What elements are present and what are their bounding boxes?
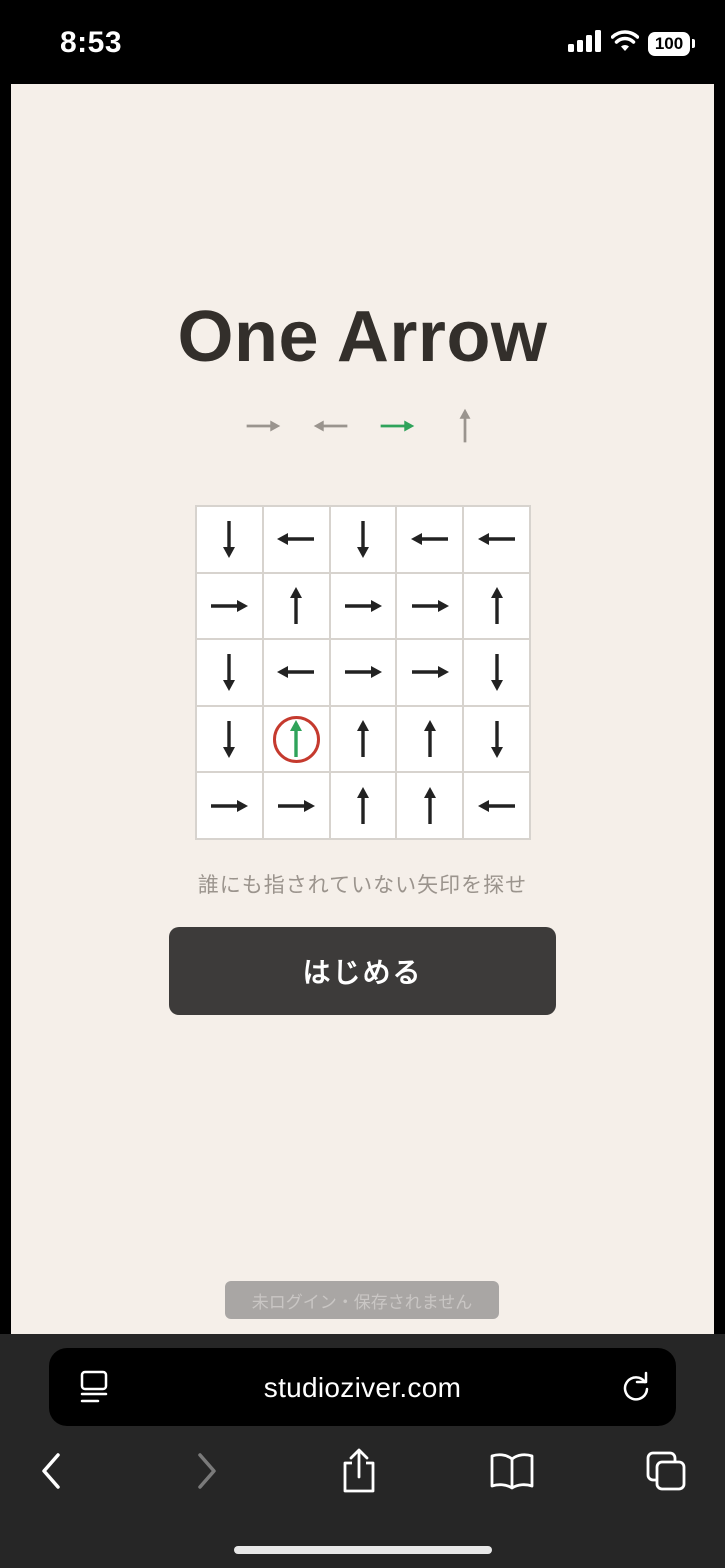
status-bar: 8:53 100 bbox=[0, 0, 725, 84]
browser-toolbar: studioziver.com bbox=[0, 1334, 725, 1568]
grid-cell[interactable] bbox=[463, 705, 530, 773]
instruction-text: 誰にも指されていない矢印を探せ bbox=[197, 874, 528, 897]
grid-cell[interactable] bbox=[396, 705, 464, 773]
grid-cell[interactable] bbox=[463, 639, 530, 706]
grid-cell[interactable] bbox=[196, 506, 263, 573]
arrow-grid bbox=[195, 505, 531, 840]
grid-cell[interactable] bbox=[329, 705, 397, 773]
arrow-up-icon bbox=[423, 786, 436, 824]
grid-cell[interactable] bbox=[329, 572, 397, 640]
title-arrows bbox=[11, 406, 714, 446]
battery-level: 100 bbox=[648, 31, 690, 56]
grid-cell[interactable] bbox=[262, 705, 330, 773]
arrow-down-icon bbox=[490, 721, 503, 759]
address-bar[interactable]: studioziver.com bbox=[49, 1348, 676, 1426]
login-notice: 未ログイン・保存されません bbox=[225, 1281, 499, 1319]
arrow-right-icon bbox=[211, 599, 249, 612]
grid-cell[interactable] bbox=[463, 506, 530, 573]
arrow-down-icon bbox=[490, 654, 503, 692]
grid-cell[interactable] bbox=[196, 772, 263, 839]
arrow-up-icon bbox=[290, 586, 303, 624]
arrow-right-icon bbox=[411, 599, 449, 612]
arrow-down-icon bbox=[223, 654, 236, 692]
grid-cell[interactable] bbox=[396, 506, 464, 573]
browser-nav-toolbar bbox=[0, 1446, 725, 1496]
grid-cell[interactable] bbox=[262, 772, 330, 839]
arrow-down-icon bbox=[223, 521, 236, 559]
web-content: One Arrow 誰にも指されていない矢印を探せ はじめる 未ログイン・保存さ… bbox=[11, 84, 714, 1334]
arrow-down-icon bbox=[223, 721, 236, 759]
app-title: One Arrow bbox=[177, 297, 548, 377]
grid-cell[interactable] bbox=[262, 639, 330, 706]
start-button[interactable]: はじめる bbox=[169, 927, 556, 1015]
battery-icon: 100 bbox=[648, 31, 695, 56]
bookmarks-icon[interactable] bbox=[487, 1446, 537, 1496]
arrow-right-icon bbox=[278, 799, 316, 812]
grid-cell[interactable] bbox=[196, 572, 263, 640]
title-arrow-right-icon bbox=[380, 420, 415, 432]
arrow-left-icon bbox=[477, 799, 515, 812]
arrow-right-icon bbox=[344, 599, 382, 612]
url-text[interactable]: studioziver.com bbox=[49, 1372, 676, 1404]
status-time: 8:53 bbox=[60, 26, 123, 59]
back-icon[interactable] bbox=[26, 1446, 76, 1496]
grid-cell[interactable] bbox=[196, 705, 263, 773]
tabs-icon[interactable] bbox=[641, 1446, 691, 1496]
grid-cell[interactable] bbox=[262, 572, 330, 640]
status-icons: 100 bbox=[568, 30, 695, 57]
arrow-up-icon bbox=[290, 720, 303, 758]
arrow-right-icon bbox=[344, 666, 382, 679]
grid-cell[interactable] bbox=[196, 639, 263, 706]
arrow-up-icon bbox=[423, 720, 436, 758]
grid-cell[interactable] bbox=[463, 772, 530, 839]
wifi-icon bbox=[610, 30, 640, 57]
grid-cell[interactable] bbox=[396, 572, 464, 640]
arrow-right-icon bbox=[211, 799, 249, 812]
grid-cell[interactable] bbox=[329, 639, 397, 706]
reload-icon[interactable] bbox=[622, 1370, 652, 1409]
arrow-up-icon bbox=[356, 786, 369, 824]
grid-cell[interactable] bbox=[396, 639, 464, 706]
title-arrow-up-icon bbox=[459, 408, 471, 443]
grid-cell[interactable] bbox=[463, 572, 530, 640]
arrow-up-icon bbox=[490, 586, 503, 624]
grid-cell[interactable] bbox=[329, 506, 397, 573]
cellular-signal-icon bbox=[568, 30, 602, 57]
arrow-left-icon bbox=[477, 533, 515, 546]
grid-cell[interactable] bbox=[396, 772, 464, 839]
arrow-left-icon bbox=[277, 533, 315, 546]
home-indicator bbox=[234, 1546, 492, 1554]
grid-cell[interactable] bbox=[262, 506, 330, 573]
arrow-left-icon bbox=[410, 533, 448, 546]
grid-cell[interactable] bbox=[329, 772, 397, 839]
arrow-up-icon bbox=[356, 720, 369, 758]
forward-icon[interactable] bbox=[182, 1446, 232, 1496]
arrow-right-icon bbox=[411, 666, 449, 679]
title-arrow-right-icon bbox=[246, 420, 281, 432]
title-arrow-left-icon bbox=[313, 420, 348, 432]
share-icon[interactable] bbox=[334, 1446, 384, 1496]
arrow-down-icon bbox=[356, 521, 369, 559]
arrow-left-icon bbox=[277, 666, 315, 679]
